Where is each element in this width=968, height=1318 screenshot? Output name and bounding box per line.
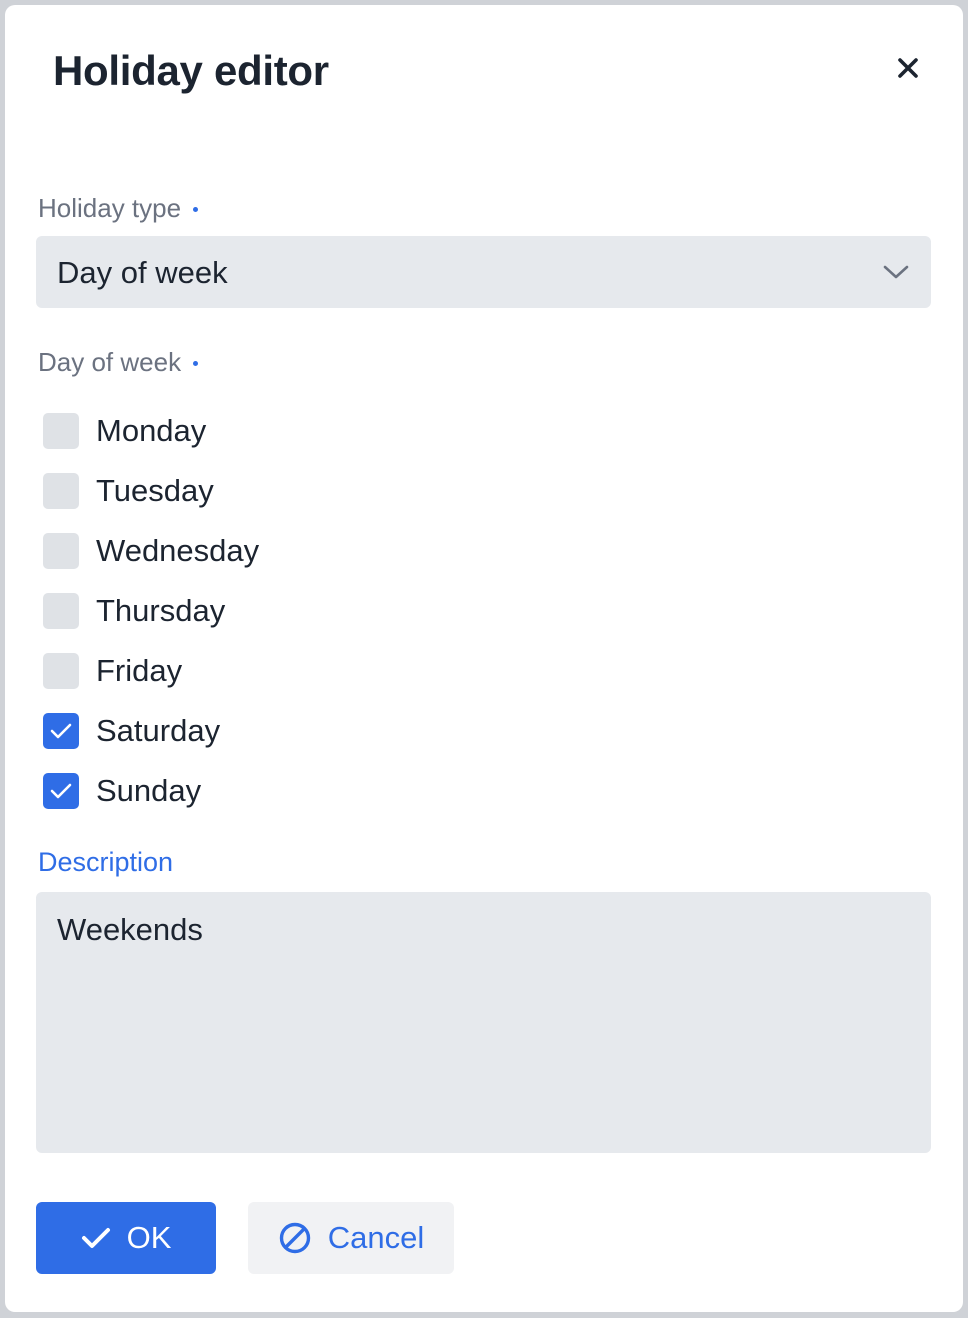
description-textarea[interactable]: Weekends xyxy=(36,892,931,1153)
checkbox[interactable] xyxy=(43,773,79,809)
required-indicator xyxy=(193,361,199,366)
ok-button[interactable]: OK xyxy=(36,1202,216,1274)
required-indicator xyxy=(193,207,199,212)
dialog-title: Holiday editor xyxy=(53,47,329,94)
close-button[interactable] xyxy=(889,49,927,87)
checkbox-label: Monday xyxy=(96,413,207,448)
checkbox[interactable] xyxy=(43,533,79,569)
checkmark-icon xyxy=(81,1228,110,1248)
description-label: Description xyxy=(38,847,174,877)
close-icon xyxy=(898,58,918,78)
cancel-button-label: Cancel xyxy=(327,1220,425,1255)
checkbox-row-tuesday[interactable]: Tuesday xyxy=(43,461,443,521)
day-of-week-label-text: Day of week xyxy=(38,347,182,377)
holiday-type-label: Holiday type xyxy=(38,193,199,224)
checkbox-label: Wednesday xyxy=(96,533,260,568)
checkbox[interactable] xyxy=(43,473,79,509)
holiday-type-value: Day of week xyxy=(57,255,228,290)
checkbox-label: Friday xyxy=(96,653,183,688)
checkmark-icon xyxy=(50,723,72,739)
checkbox[interactable] xyxy=(43,653,79,689)
checkbox[interactable] xyxy=(43,713,79,749)
day-of-week-checklist: Monday Tuesday Wednesday Thursday Friday xyxy=(43,401,443,821)
checkmark-icon xyxy=(50,783,72,799)
holiday-type-label-text: Holiday type xyxy=(38,193,182,223)
chevron-down-icon xyxy=(883,265,909,279)
cancel-circle-icon xyxy=(279,1222,310,1254)
cancel-button[interactable]: Cancel xyxy=(248,1202,454,1274)
checkbox-row-thursday[interactable]: Thursday xyxy=(43,581,443,641)
checkbox-label: Saturday xyxy=(96,713,221,748)
checkbox-row-monday[interactable]: Monday xyxy=(43,401,443,461)
holiday-editor-dialog: Holiday editor Holiday type Day of week … xyxy=(5,5,963,1312)
checkbox-label: Sunday xyxy=(96,773,202,808)
ok-button-label: OK xyxy=(126,1220,172,1255)
checkbox-label: Thursday xyxy=(96,593,226,628)
checkbox[interactable] xyxy=(43,413,79,449)
holiday-type-select[interactable]: Day of week xyxy=(36,236,931,308)
checkbox-row-saturday[interactable]: Saturday xyxy=(43,701,443,761)
checkbox[interactable] xyxy=(43,593,79,629)
checkbox-label: Tuesday xyxy=(96,473,214,508)
checkbox-row-friday[interactable]: Friday xyxy=(43,641,443,701)
checkbox-row-wednesday[interactable]: Wednesday xyxy=(43,521,443,581)
checkbox-row-sunday[interactable]: Sunday xyxy=(43,761,443,821)
day-of-week-label: Day of week xyxy=(38,347,199,378)
